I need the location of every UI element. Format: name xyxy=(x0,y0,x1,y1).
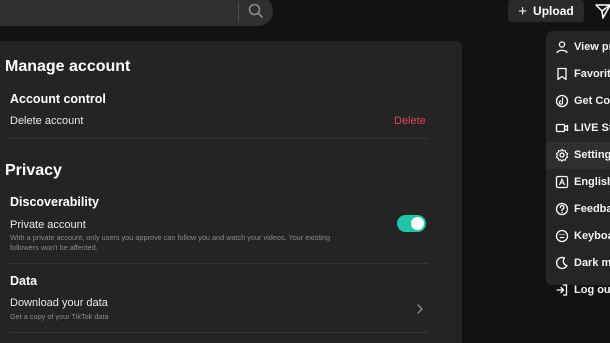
menu-item-settings[interactable]: Setting xyxy=(546,142,610,169)
discoverability-heading: Discoverability xyxy=(10,195,99,209)
language-icon xyxy=(555,175,569,189)
menu-item-label: Keyboa xyxy=(574,230,610,242)
menu-item-label: Get Coi xyxy=(574,95,610,107)
download-data-description: Get a copy of your TikTok data xyxy=(10,312,109,321)
settings-card: Manage account Account control Delete ac… xyxy=(0,41,462,343)
download-data-label[interactable]: Download your data xyxy=(10,297,108,309)
divider xyxy=(10,263,428,264)
person-icon xyxy=(556,41,568,54)
bookmark-icon xyxy=(557,67,567,81)
menu-item-live-studio[interactable]: LIVE St xyxy=(546,115,610,142)
menu-item-language[interactable]: English xyxy=(546,169,610,196)
private-account-toggle[interactable] xyxy=(397,215,426,232)
private-account-description-line: With a private account, only users you a… xyxy=(10,233,331,242)
search-divider xyxy=(238,2,239,22)
search-icon[interactable] xyxy=(247,2,265,20)
gear-icon xyxy=(555,148,569,162)
chevron-right-icon[interactable] xyxy=(416,303,424,315)
plus-icon: + xyxy=(518,2,528,20)
menu-item-label: View pr xyxy=(574,41,610,53)
menu-item-label: Setting xyxy=(574,149,610,161)
data-heading: Data xyxy=(10,274,38,288)
moon-icon xyxy=(555,256,568,270)
private-account-label: Private account xyxy=(10,219,86,231)
divider xyxy=(10,332,428,333)
upload-button[interactable]: + Upload xyxy=(508,0,584,22)
private-account-description: With a private account, only users you a… xyxy=(10,233,380,253)
menu-item-label: Favorite xyxy=(574,68,610,80)
menu-item-label: LIVE St xyxy=(574,122,610,134)
menu-item-log-out[interactable]: Log out xyxy=(546,277,610,304)
delete-account-button[interactable]: Delete xyxy=(394,115,426,127)
toggle-knob xyxy=(411,217,424,230)
upload-label: Upload xyxy=(533,4,574,18)
private-account-description-line: followers won't be affected. xyxy=(10,243,98,252)
logout-icon xyxy=(556,284,568,296)
search-input[interactable] xyxy=(0,0,273,26)
menu-item-get-coins[interactable]: Get Coi xyxy=(546,88,610,115)
menu-item-label: Feedba xyxy=(574,203,610,215)
top-bar: + Upload xyxy=(0,0,610,30)
menu-item-label: Log out xyxy=(574,284,610,296)
coin-icon xyxy=(555,94,569,108)
menu-item-dark-mode[interactable]: Dark mo xyxy=(546,250,610,277)
keyboard-icon xyxy=(555,229,569,243)
divider xyxy=(10,138,428,139)
account-control-heading: Account control xyxy=(10,92,106,106)
menu-item-feedback[interactable]: Feedba xyxy=(546,196,610,223)
help-icon xyxy=(555,202,569,216)
menu-item-keyboard-shortcuts[interactable]: Keyboa xyxy=(546,223,610,250)
send-icon[interactable] xyxy=(594,2,610,20)
menu-item-label: English xyxy=(574,176,610,188)
live-camera-icon xyxy=(555,123,569,133)
profile-menu: View pr Favorite Get Coi LIVE St Setting… xyxy=(546,31,610,296)
menu-item-view-profile[interactable]: View pr xyxy=(546,34,610,61)
menu-item-favorites[interactable]: Favorite xyxy=(546,61,610,88)
menu-item-label: Dark mo xyxy=(574,257,610,269)
privacy-title: Privacy xyxy=(5,162,62,179)
delete-account-label: Delete account xyxy=(10,115,84,127)
manage-account-title: Manage account xyxy=(5,58,131,75)
